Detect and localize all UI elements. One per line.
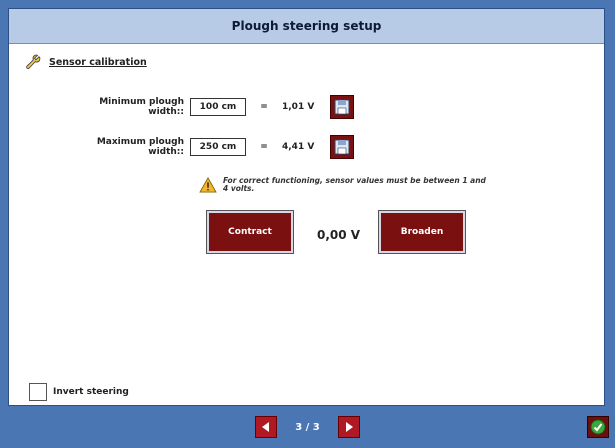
warning-icon [199, 177, 217, 193]
min-width-label: Minimum plough width:: [99, 97, 184, 117]
max-width-input[interactable]: 250 cm [190, 138, 246, 156]
prev-page-button[interactable] [255, 416, 278, 438]
min-width-equals: = [260, 102, 268, 112]
min-width-row: Minimum plough width:: 100 cm = 1,01 V [64, 95, 354, 119]
save-min-width-button[interactable] [330, 95, 354, 119]
invert-steering-checkbox[interactable] [29, 383, 47, 401]
floppy-disk-icon [334, 99, 350, 115]
page-indicator: 3 / 3 [295, 421, 320, 433]
broaden-button[interactable]: Broaden [379, 211, 465, 253]
floppy-disk-icon [334, 139, 350, 155]
calibration-warning: For correct functioning, sensor values m… [199, 177, 493, 193]
max-width-voltage: 4,41 V [282, 142, 315, 152]
wrench-icon [26, 54, 41, 70]
checkmark-icon [590, 419, 606, 435]
max-width-label: Maximum plough width:: [96, 137, 184, 157]
invert-steering-label: Invert steering [53, 387, 129, 397]
min-width-voltage: 1,01 V [282, 102, 315, 112]
invert-steering-row: Invert steering [29, 383, 129, 401]
min-width-input[interactable]: 100 cm [190, 98, 246, 116]
confirm-button[interactable] [587, 416, 609, 438]
window-title: Plough steering setup [9, 9, 604, 44]
next-page-button[interactable] [337, 416, 360, 438]
footer-nav: 3 / 3 [0, 406, 615, 448]
max-width-row: Maximum plough width:: 250 cm = 4,41 V [64, 135, 354, 159]
contract-button[interactable]: Contract [207, 211, 293, 253]
save-max-width-button[interactable] [330, 135, 354, 159]
section-label: Sensor calibration [49, 56, 147, 68]
current-voltage: 0,00 V [317, 228, 361, 242]
max-width-equals: = [260, 142, 268, 152]
warning-text: For correct functioning, sensor values m… [223, 176, 486, 193]
section-header: Sensor calibration [23, 53, 147, 71]
arrow-left-icon [262, 422, 270, 432]
arrow-right-icon [345, 422, 353, 432]
setup-panel: Plough steering setup Sensor calibration… [8, 8, 605, 406]
